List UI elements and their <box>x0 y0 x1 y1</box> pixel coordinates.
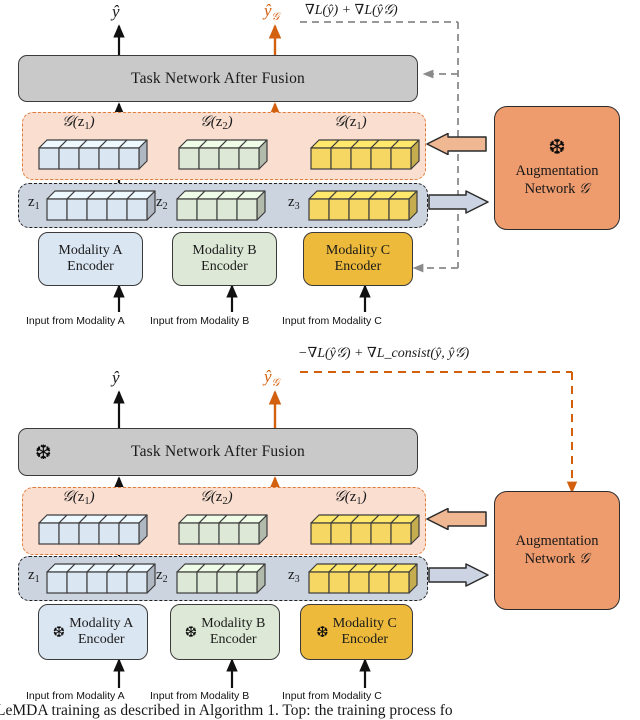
bottom-gradient-formula: −∇L(ŷ𝒢) + ∇L_consist(ŷ, ŷ𝒢) <box>298 346 470 361</box>
top-task-network-label: Task Network After Fusion <box>131 69 305 87</box>
bottom-block-arrow-right <box>428 563 489 587</box>
bottom-g-label-3: 𝒢(z1) <box>334 489 367 507</box>
top-augmentation-label: Augmentation Network 𝒢 <box>515 163 599 197</box>
snowflake-icon: ❆ <box>184 622 198 641</box>
bottom-task-network[interactable]: ❆ Task Network After Fusion <box>18 428 418 476</box>
figure-caption: LeMDA training as described in Algorithm… <box>0 702 453 719</box>
top-input-label-b: Input from Modality B <box>150 315 250 327</box>
top-z-cubes-1 <box>46 190 157 222</box>
top-g-label-3: 𝒢(z1) <box>334 114 367 132</box>
bottom-encoder-modality-b[interactable]: ❆ Modality B Encoder <box>170 604 280 660</box>
top-g-cubes-2 <box>178 139 269 171</box>
top-task-network[interactable]: Task Network After Fusion <box>18 55 418 102</box>
bottom-output-y-hat: ŷ <box>112 368 120 387</box>
bottom-z-label-2: z2 <box>156 567 168 585</box>
top-z-cubes-3 <box>308 190 419 222</box>
bottom-input-label-b: Input from Modality B <box>150 690 250 702</box>
bottom-z-cubes-1 <box>46 563 157 595</box>
top-encoder-modality-a[interactable]: Modality A Encoder <box>38 232 143 286</box>
bottom-encoder-b-label: Modality B Encoder <box>201 616 266 647</box>
top-input-label-a: Input from Modality A <box>26 315 125 327</box>
top-g-cubes-1 <box>38 139 149 171</box>
bottom-z-label-1: z1 <box>28 567 40 585</box>
bottom-z-label-3: z3 <box>288 567 300 585</box>
top-encoder-c-label: Modality C Encoder <box>325 243 391 274</box>
bottom-augmentation-network[interactable]: Augmentation Network 𝒢 <box>494 491 620 610</box>
top-z-label-3: z3 <box>288 194 300 212</box>
top-output-y-hat-g: ŷ𝒢 <box>264 1 280 23</box>
bottom-encoder-modality-c[interactable]: ❆ Modality C Encoder <box>300 604 413 660</box>
bottom-encoder-modality-a[interactable]: ❆ Modality A Encoder <box>38 604 148 660</box>
figure-canvas: ŷ ŷ𝒢 ∇L(ŷ) + ∇L(ŷ𝒢) Task Network After… <box>0 0 640 720</box>
bottom-encoder-c-label: Modality C Encoder <box>332 616 397 647</box>
bottom-g-label-1: 𝒢(z1) <box>62 489 95 507</box>
top-block-arrow-left <box>426 133 487 155</box>
bottom-block-arrow-left <box>426 508 487 530</box>
y-hat-g-subscript: 𝒢 <box>271 11 280 23</box>
top-gradient-formula: ∇L(ŷ) + ∇L(ŷ𝒢) <box>305 3 398 18</box>
bottom-z-cubes-3 <box>308 563 419 595</box>
top-output-y-hat: ŷ <box>112 2 120 21</box>
bottom-task-network-label: Task Network After Fusion <box>131 443 305 460</box>
snowflake-icon: ❆ <box>52 622 66 641</box>
bottom-input-label-c: Input from Modality C <box>282 690 382 702</box>
bottom-g-cubes-1 <box>38 514 149 546</box>
top-encoder-modality-b[interactable]: Modality B Encoder <box>172 232 277 286</box>
bottom-z-cubes-2 <box>176 563 267 595</box>
bottom-output-y-hat-g: ŷ𝒢 <box>264 367 280 389</box>
top-g-cubes-3 <box>310 139 421 171</box>
snowflake-icon: ❆ <box>548 135 566 160</box>
snowflake-icon: ❆ <box>35 440 52 464</box>
top-block-arrow-right <box>428 190 489 214</box>
top-z-label-2: z2 <box>156 194 168 212</box>
bottom-g-cubes-2 <box>178 514 269 546</box>
bottom-augmentation-label: Augmentation Network 𝒢 <box>515 532 599 567</box>
bottom-g-cubes-3 <box>310 514 421 546</box>
bottom-g-label-2: 𝒢(z2) <box>200 489 233 507</box>
top-encoder-b-label: Modality B Encoder <box>192 243 257 274</box>
bottom-input-label-a: Input from Modality A <box>26 690 125 702</box>
bottom-encoder-a-label: Modality A Encoder <box>69 616 134 647</box>
top-input-label-c: Input from Modality C <box>282 315 382 327</box>
top-encoder-a-label: Modality A Encoder <box>58 243 123 274</box>
snowflake-icon: ❆ <box>316 622 329 641</box>
top-augmentation-network[interactable]: ❆ Augmentation Network 𝒢 <box>494 106 620 230</box>
top-z-label-1: z1 <box>28 194 40 212</box>
top-g-label-2: 𝒢(z2) <box>200 114 233 132</box>
top-z-cubes-2 <box>176 190 267 222</box>
top-encoder-modality-c[interactable]: Modality C Encoder <box>303 232 413 286</box>
top-g-label-1: 𝒢(z1) <box>62 114 95 132</box>
